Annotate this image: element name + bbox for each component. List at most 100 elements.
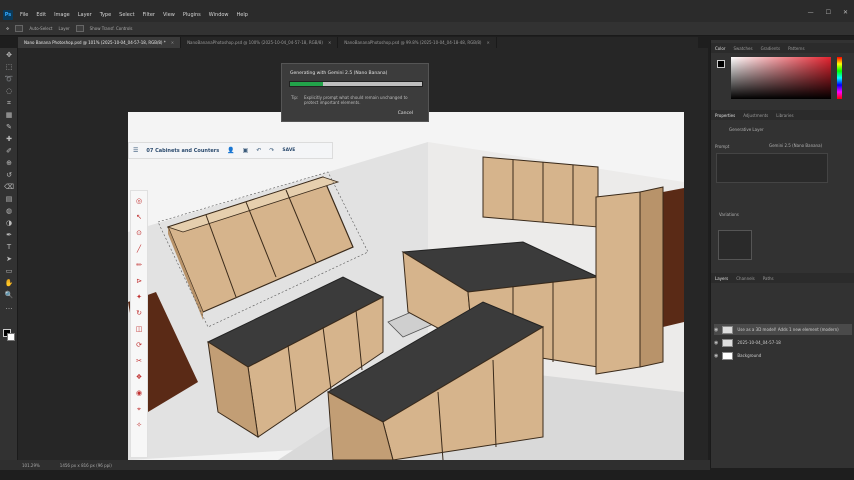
layer-dropdown[interactable]: Layer <box>59 26 70 31</box>
eyedropper-icon[interactable]: ✎ <box>4 122 14 132</box>
zoom-level[interactable]: 101.29% <box>22 463 40 468</box>
components-icon[interactable]: ❖ <box>133 371 145 383</box>
transform-checkbox[interactable] <box>75 25 84 32</box>
close-button[interactable]: ✕ <box>843 9 848 16</box>
menu-view[interactable]: View <box>159 12 179 18</box>
tip-text: Explicitly prompt what should remain unc… <box>304 95 408 105</box>
marquee-icon[interactable]: ⬚ <box>4 62 14 72</box>
frame-icon[interactable]: ▦ <box>4 110 14 120</box>
tab-adjustments[interactable]: Adjustments <box>743 113 768 118</box>
color-picker-field[interactable] <box>731 57 831 99</box>
line-icon[interactable]: ╱ <box>133 243 145 255</box>
tab-color[interactable]: Color <box>715 46 725 51</box>
user-icon[interactable]: 👤 <box>227 147 234 154</box>
redo-icon[interactable]: ↷ <box>269 147 274 154</box>
tab-document-1[interactable]: Nano Banana Photoshop.psd @ 101% (2025-1… <box>18 37 182 48</box>
blur-icon[interactable]: ◍ <box>4 206 14 216</box>
layer-row-1[interactable]: ◉ Use as a 3D model! Adds 1 new element … <box>714 324 852 335</box>
tab-document-2[interactable]: NanoBananaPhotoshop.psd @ 100% (2025-10-… <box>181 37 339 48</box>
tab-gradients[interactable]: Gradients <box>761 46 781 51</box>
hamburger-menu-icon[interactable]: ☰ <box>133 147 138 154</box>
menu-type[interactable]: Type <box>96 12 115 18</box>
follow-me-icon[interactable]: ⟳ <box>133 339 145 351</box>
select-icon[interactable]: ◌ <box>4 86 14 96</box>
tab-patterns[interactable]: Patterns <box>788 46 804 51</box>
layer-row-2[interactable]: ◉ 2025-10-04_04-57-18 <box>714 337 852 348</box>
tab-document-3[interactable]: NanoBananaPhotoshop.psd @ 99.8% (2025-10… <box>338 37 497 48</box>
section-icon[interactable]: ✂ <box>133 355 145 367</box>
variation-thumbnail[interactable] <box>718 230 752 260</box>
auto-select-checkbox[interactable] <box>15 25 24 32</box>
close-tab-icon[interactable]: ✕ <box>171 40 174 45</box>
menu-edit[interactable]: Edit <box>32 12 50 18</box>
menu-file[interactable]: File <box>16 12 32 18</box>
history-icon[interactable]: ↺ <box>4 170 14 180</box>
generating-dialog: Generating with Gemini 2.5 (Nano Banana)… <box>281 63 429 122</box>
cancel-button[interactable]: Cancel <box>398 111 413 116</box>
tab-channels[interactable]: Channels <box>736 276 755 281</box>
lasso-icon[interactable]: ➰ <box>4 74 14 84</box>
pen-icon[interactable]: ✒ <box>4 230 14 240</box>
path-icon[interactable]: ➤ <box>4 254 14 264</box>
document-tabs: Nano Banana Photoshop.psd @ 101% (2025-1… <box>18 37 698 48</box>
tape-measure-icon[interactable]: ⌖ <box>133 403 145 415</box>
layer-row-3[interactable]: ◉ Background <box>714 350 852 361</box>
more-icon[interactable]: … <box>4 302 14 312</box>
zoom-icon[interactable]: 🔍 <box>4 290 14 300</box>
menu-select[interactable]: Select <box>115 12 138 18</box>
menu-help[interactable]: Help <box>233 12 252 18</box>
paint-icon[interactable]: ◉ <box>133 387 145 399</box>
kitchen-render-image[interactable] <box>128 112 684 460</box>
search-icon[interactable]: ◎ <box>133 195 145 207</box>
menu-plugins[interactable]: Plugins <box>179 12 205 18</box>
menu-layer[interactable]: Layer <box>74 12 96 18</box>
eye-icon[interactable]: ◉ <box>714 327 718 333</box>
move-icon[interactable]: ✥ <box>4 50 14 60</box>
kitchen-illustration <box>128 112 684 460</box>
eye-icon[interactable]: ◉ <box>714 353 718 359</box>
tab-layers[interactable]: Layers <box>715 276 728 281</box>
shape-icon[interactable]: ▭ <box>4 266 14 276</box>
close-tab-icon[interactable]: ✕ <box>328 40 331 45</box>
document-size: 1456 px x 816 px (96 ppi) <box>59 462 112 468</box>
save-button[interactable]: SAVE <box>282 148 295 153</box>
undo-icon[interactable]: ↶ <box>256 147 261 154</box>
window-controls: — ☐ ✕ <box>808 9 848 16</box>
hand-icon[interactable]: ✋ <box>4 278 14 288</box>
heal-icon[interactable]: ✚ <box>4 134 14 144</box>
tab-properties[interactable]: Properties <box>715 113 735 118</box>
rotate-icon[interactable]: ↻ <box>133 307 145 319</box>
move-tool-icon[interactable]: ✥ <box>6 26 9 31</box>
dodge-icon[interactable]: ◑ <box>4 218 14 228</box>
menu-window[interactable]: Window <box>205 12 233 18</box>
scale-icon[interactable]: ◫ <box>133 323 145 335</box>
hue-slider[interactable] <box>837 57 842 99</box>
model-dropdown[interactable]: Gemini 2.5 (Nano Banana) <box>769 143 822 148</box>
close-tab-icon[interactable]: ✕ <box>486 40 489 45</box>
walk-icon[interactable]: ✧ <box>133 419 145 431</box>
eye-icon[interactable]: ◉ <box>714 340 718 346</box>
move-arrows-icon[interactable]: ✦ <box>133 291 145 303</box>
select-arrow-icon[interactable]: ↖ <box>133 211 145 223</box>
stamp-icon[interactable]: ⊕ <box>4 158 14 168</box>
crop-icon[interactable]: ⌗ <box>4 98 14 108</box>
prompt-field[interactable] <box>716 153 828 183</box>
tab-libraries[interactable]: Libraries <box>776 113 793 118</box>
tab-swatches[interactable]: Swatches <box>733 46 752 51</box>
eraser-icon[interactable]: ⌫ <box>4 182 14 192</box>
maximize-button[interactable]: ☐ <box>826 9 831 16</box>
menu-image[interactable]: Image <box>50 12 74 18</box>
foreground-swatch[interactable] <box>717 60 725 68</box>
sketchup-toolbar: ☰ 07 Cabinets and Counters 👤 ▣ ↶ ↷ SAVE <box>128 142 333 159</box>
brush-icon[interactable]: ✐ <box>4 146 14 156</box>
type-icon[interactable]: T <box>4 242 14 252</box>
minimize-button[interactable]: — <box>808 9 814 16</box>
orbit-icon[interactable]: ⊙ <box>133 227 145 239</box>
tab-paths[interactable]: Paths <box>763 276 774 281</box>
menu-filter[interactable]: Filter <box>139 12 159 18</box>
background-color-swatch[interactable] <box>7 333 15 341</box>
gradient-icon[interactable]: ▤ <box>4 194 14 204</box>
layout-icon[interactable]: ▣ <box>243 147 249 154</box>
push-pull-icon[interactable]: ⊳ <box>133 275 145 287</box>
pencil-icon[interactable]: ✏ <box>133 259 145 271</box>
